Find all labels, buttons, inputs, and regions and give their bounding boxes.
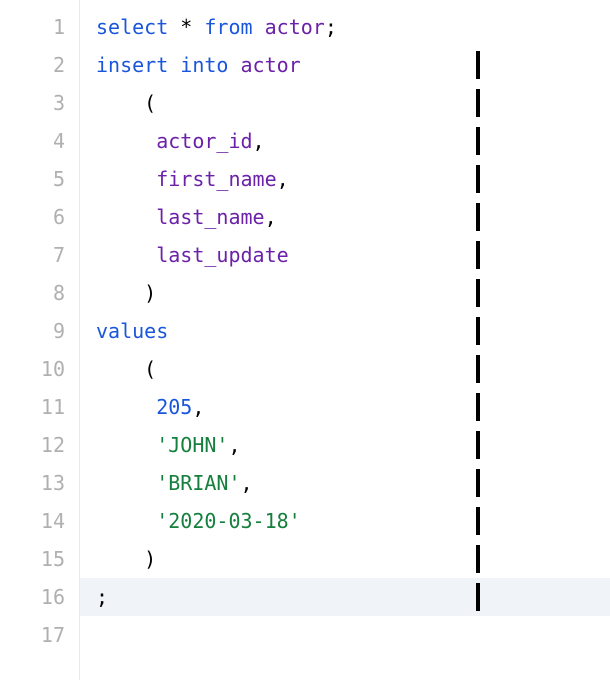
text-cursor — [476, 51, 480, 79]
text-cursor — [476, 279, 480, 307]
text-cursor — [476, 431, 480, 459]
code-token-punct: , — [253, 129, 265, 153]
text-cursor — [476, 583, 480, 611]
code-token-ident: actor_id — [156, 129, 252, 153]
text-cursor — [476, 203, 480, 231]
code-token-plain — [96, 281, 144, 305]
code-line[interactable]: select * from actor; — [96, 8, 610, 46]
code-token-punct: ; — [96, 585, 108, 609]
code-token-plain — [96, 395, 156, 419]
code-token-punct: , — [265, 205, 277, 229]
code-token-plain — [253, 15, 265, 39]
code-line[interactable]: ; — [80, 578, 610, 616]
line-number: 16 — [8, 578, 65, 616]
code-line[interactable]: insert into actor — [96, 46, 610, 84]
code-token-ident: last_update — [156, 243, 288, 267]
code-token-punct: , — [241, 471, 253, 495]
code-token-plain — [96, 357, 144, 381]
code-token-kw: from — [204, 15, 252, 39]
line-number: 14 — [8, 502, 65, 540]
text-cursor — [476, 317, 480, 345]
code-token-plain — [96, 243, 156, 267]
code-token-plain — [96, 205, 156, 229]
line-number: 7 — [8, 236, 65, 274]
code-token-plain — [96, 91, 144, 115]
text-cursor — [476, 355, 480, 383]
code-token-punct: ( — [144, 91, 156, 115]
code-line[interactable]: ( — [96, 350, 610, 388]
code-line[interactable]: first_name, — [96, 160, 610, 198]
line-number: 13 — [8, 464, 65, 502]
code-line[interactable]: values — [96, 312, 610, 350]
code-line[interactable]: ) — [96, 540, 610, 578]
code-token-punct: ) — [144, 547, 156, 571]
code-token-ident: actor — [241, 53, 301, 77]
line-number-gutter: 1234567891011121314151617 — [0, 0, 80, 680]
line-number: 8 — [8, 274, 65, 312]
code-line[interactable]: actor_id, — [96, 122, 610, 160]
code-token-kw: values — [96, 319, 168, 343]
code-token-plain — [96, 167, 156, 191]
text-cursor — [476, 89, 480, 117]
code-token-punct: , — [277, 167, 289, 191]
code-line[interactable]: '2020-03-18' — [96, 502, 610, 540]
code-token-plain — [96, 433, 156, 457]
text-cursor — [476, 545, 480, 573]
code-content-area[interactable]: select * from actor;insert into actor ( … — [80, 0, 610, 680]
text-cursor — [476, 469, 480, 497]
code-token-plain — [168, 53, 180, 77]
code-token-ident: actor — [265, 15, 325, 39]
line-number: 17 — [8, 616, 65, 654]
text-cursor — [476, 241, 480, 269]
code-token-plain — [96, 509, 156, 533]
code-token-punct: ; — [325, 15, 337, 39]
code-line[interactable]: 'JOHN', — [96, 426, 610, 464]
line-number: 5 — [8, 160, 65, 198]
line-number: 2 — [8, 46, 65, 84]
code-token-punct: , — [228, 433, 240, 457]
code-token-punct: ) — [144, 281, 156, 305]
code-line[interactable]: 'BRIAN', — [96, 464, 610, 502]
line-number: 3 — [8, 84, 65, 122]
line-number: 10 — [8, 350, 65, 388]
code-token-kw: insert — [96, 53, 168, 77]
code-token-ident: last_name — [156, 205, 264, 229]
line-number: 11 — [8, 388, 65, 426]
code-line[interactable]: ( — [96, 84, 610, 122]
line-number: 4 — [8, 122, 65, 160]
line-number: 9 — [8, 312, 65, 350]
text-cursor — [476, 507, 480, 535]
code-token-kw: select — [96, 15, 168, 39]
code-token-str: 'BRIAN' — [156, 471, 240, 495]
line-number: 1 — [8, 8, 65, 46]
code-token-plain — [96, 471, 156, 495]
code-token-kw: into — [180, 53, 228, 77]
code-token-ident: first_name — [156, 167, 276, 191]
code-token-plain — [168, 15, 180, 39]
code-line[interactable]: last_update — [96, 236, 610, 274]
code-line[interactable] — [96, 616, 610, 654]
code-token-num: 205 — [156, 395, 192, 419]
text-cursor — [476, 393, 480, 421]
code-editor[interactable]: 1234567891011121314151617 select * from … — [0, 0, 610, 680]
code-line[interactable]: ) — [96, 274, 610, 312]
code-token-punct: ( — [144, 357, 156, 381]
text-cursor — [476, 127, 480, 155]
line-number: 12 — [8, 426, 65, 464]
code-token-plain — [96, 129, 156, 153]
code-token-plain — [192, 15, 204, 39]
code-token-plain — [228, 53, 240, 77]
code-line[interactable]: last_name, — [96, 198, 610, 236]
line-number: 15 — [8, 540, 65, 578]
code-token-str: '2020-03-18' — [156, 509, 301, 533]
code-token-plain — [96, 547, 144, 571]
code-token-star: * — [180, 15, 192, 39]
code-token-str: 'JOHN' — [156, 433, 228, 457]
code-line[interactable]: 205, — [96, 388, 610, 426]
text-cursor — [476, 165, 480, 193]
line-number: 6 — [8, 198, 65, 236]
code-token-punct: , — [192, 395, 204, 419]
